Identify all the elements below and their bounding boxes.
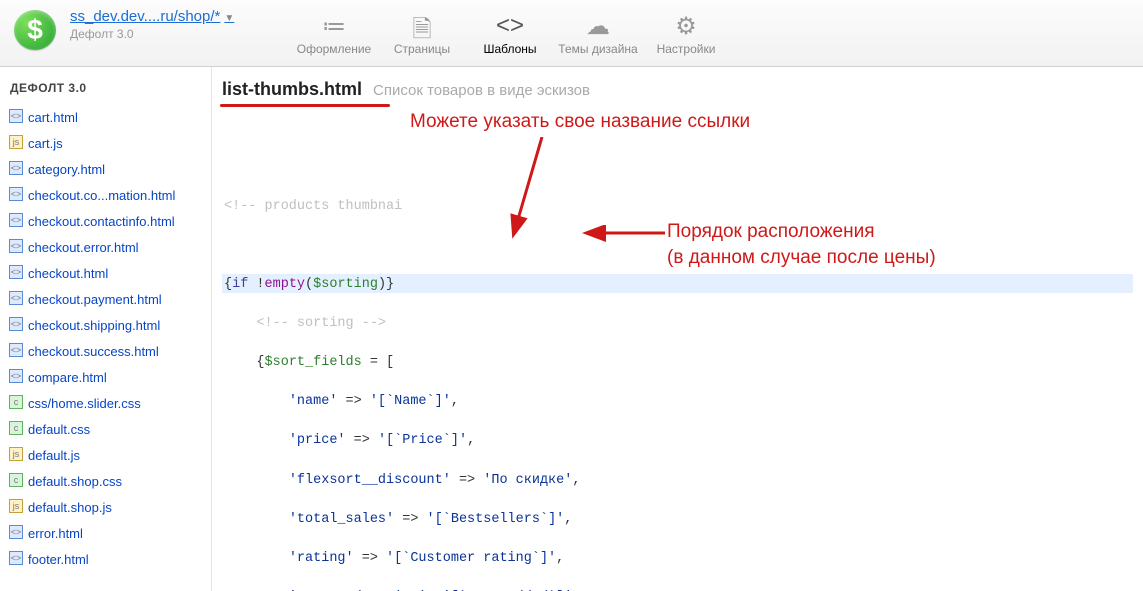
- js-file-icon: js: [9, 135, 23, 149]
- sidebar-item-label: default.js: [28, 448, 80, 463]
- html-file-icon: <>: [9, 525, 23, 539]
- tab-settings[interactable]: ⚙Настройки: [642, 6, 730, 62]
- html-file-icon: <>: [9, 187, 23, 201]
- html-file-icon: <>: [9, 161, 23, 175]
- css-file-icon: c: [9, 473, 23, 487]
- js-file-icon: js: [9, 499, 23, 513]
- sidebar-item-label: category.html: [28, 162, 105, 177]
- html-file-icon: <>: [9, 265, 23, 279]
- header-bar: $ ss_dev.dev....ru/shop/*▼ Дефолт 3.0 ≔О…: [0, 0, 1143, 67]
- sidebar-item[interactable]: <> checkout.html: [0, 261, 211, 287]
- html-file-icon: <>: [9, 343, 23, 357]
- sidebar-item-label: checkout.co...mation.html: [28, 188, 175, 203]
- cloud-icon: ☁: [554, 12, 642, 38]
- sidebar-item[interactable]: <> checkout.shipping.html: [0, 313, 211, 339]
- sidebar-item-label: checkout.shipping.html: [28, 318, 160, 333]
- sidebar-item[interactable]: <> checkout.co...mation.html: [0, 183, 211, 209]
- annotation-underline: [220, 104, 390, 107]
- sidebar-item-label: cart.html: [28, 110, 78, 125]
- theme-sublabel: Дефолт 3.0: [70, 27, 260, 41]
- domain-dropdown[interactable]: ss_dev.dev....ru/shop/*▼: [70, 8, 234, 25]
- sidebar-item-label: default.css: [28, 422, 90, 437]
- html-file-icon: <>: [9, 109, 23, 123]
- sidebar-item[interactable]: <> checkout.contactinfo.html: [0, 209, 211, 235]
- css-file-icon: c: [9, 395, 23, 409]
- sidebar-item[interactable]: <> error.html: [0, 521, 211, 547]
- js-file-icon: js: [9, 447, 23, 461]
- sidebar-item[interactable]: <> checkout.error.html: [0, 235, 211, 261]
- sidebar-item-label: footer.html: [28, 552, 89, 567]
- file-description: Список товаров в виде эскизов: [373, 82, 590, 99]
- content-area: list-thumbs.html Список товаров в виде э…: [212, 67, 1143, 591]
- sidebar-item-label: default.shop.css: [28, 474, 122, 489]
- sidebar: ДЕФОЛТ 3.0 <> cart.html js cart.js <> categor…: [0, 67, 212, 591]
- sidebar-item[interactable]: <> checkout.payment.html: [0, 287, 211, 313]
- html-file-icon: <>: [9, 239, 23, 253]
- sidebar-item-label: error.html: [28, 526, 83, 541]
- sidebar-item[interactable]: js default.js: [0, 443, 211, 469]
- html-file-icon: <>: [9, 317, 23, 331]
- sidebar-item[interactable]: c default.shop.css: [0, 469, 211, 495]
- css-file-icon: c: [9, 421, 23, 435]
- tab-themes[interactable]: ☁Темы дизайна: [554, 6, 642, 62]
- gear-icon: ⚙: [642, 12, 730, 38]
- dollar-icon: $: [27, 14, 43, 46]
- sidebar-item-label: checkout.contactinfo.html: [28, 214, 175, 229]
- html-file-icon: <>: [9, 291, 23, 305]
- sidebar-item[interactable]: <> footer.html: [0, 547, 211, 573]
- sidebar-item-label: compare.html: [28, 370, 107, 385]
- tab-pages[interactable]: 🗎Страницы: [378, 6, 466, 62]
- sidebar-item[interactable]: js cart.js: [0, 131, 211, 157]
- chevron-down-icon: ▼: [224, 13, 234, 24]
- sidebar-item-label: cart.js: [28, 136, 63, 151]
- html-file-icon: <>: [9, 551, 23, 565]
- sidebar-item-label: checkout.error.html: [28, 240, 139, 255]
- html-file-icon: <>: [9, 369, 23, 383]
- tabs: ≔Оформление 🗎Страницы <>Шаблоны ☁Темы ди…: [290, 6, 730, 62]
- sidebar-item[interactable]: c css/home.slider.css: [0, 391, 211, 417]
- tab-design[interactable]: ≔Оформление: [290, 6, 378, 62]
- sidebar-item[interactable]: js default.shop.js: [0, 495, 211, 521]
- sidebar-item[interactable]: <> cart.html: [0, 105, 211, 131]
- sidebar-heading: ДЕФОЛТ 3.0: [0, 67, 211, 105]
- breadcrumb: list-thumbs.html Список товаров в виде э…: [222, 79, 1133, 100]
- sidebar-item-label: checkout.success.html: [28, 344, 159, 359]
- sidebar-item-label: checkout.html: [28, 266, 108, 281]
- sidebar-item-label: checkout.payment.html: [28, 292, 162, 307]
- html-file-icon: <>: [9, 213, 23, 227]
- tab-templates[interactable]: <>Шаблоны: [466, 6, 554, 62]
- code-icon: <>: [466, 12, 554, 38]
- brush-icon: ≔: [290, 12, 378, 38]
- app-logo-badge: $: [14, 10, 56, 50]
- sidebar-item[interactable]: c default.css: [0, 417, 211, 443]
- sidebar-item[interactable]: <> checkout.success.html: [0, 339, 211, 365]
- current-file: list-thumbs.html: [222, 79, 362, 99]
- sidebar-item[interactable]: <> compare.html: [0, 365, 211, 391]
- pages-icon: 🗎: [378, 12, 466, 38]
- sidebar-item[interactable]: <> category.html: [0, 157, 211, 183]
- sidebar-item-label: css/home.slider.css: [28, 396, 141, 411]
- sidebar-item-label: default.shop.js: [28, 500, 112, 515]
- code-editor[interactable]: <!-- products thumbnai {if !empty($sorti…: [222, 119, 1133, 591]
